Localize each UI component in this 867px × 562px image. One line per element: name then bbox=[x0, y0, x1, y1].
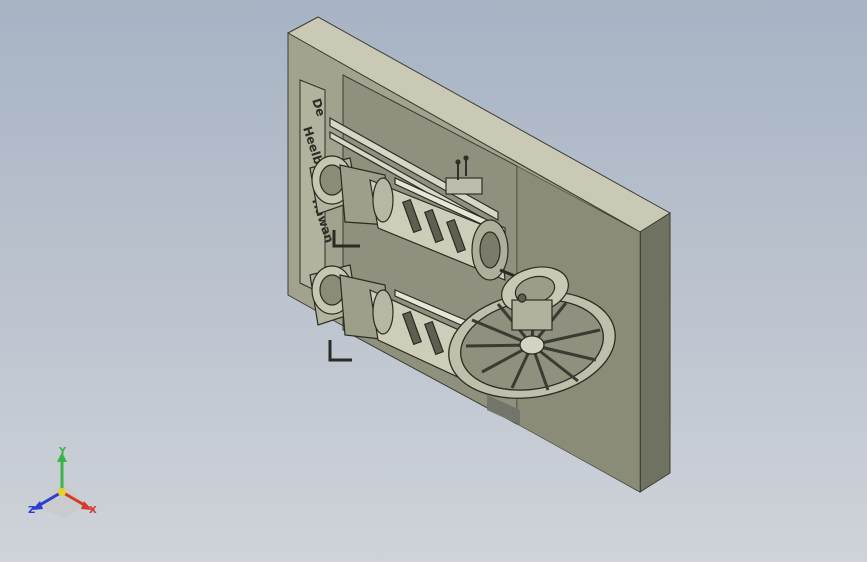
triad-graphic bbox=[32, 452, 92, 518]
y-axis-label: Y bbox=[59, 446, 67, 457]
z-axis-label: Z bbox=[28, 505, 36, 516]
orientation-triad[interactable]: Y X Z bbox=[22, 446, 112, 526]
x-axis-label: X bbox=[89, 505, 97, 516]
steam-engine-assembly-model[interactable]: De Heelbey Hot Hawan bbox=[0, 0, 867, 562]
graphics-viewport[interactable]: De Heelbey Hot Hawan bbox=[0, 0, 867, 562]
origin-dot bbox=[58, 488, 66, 496]
